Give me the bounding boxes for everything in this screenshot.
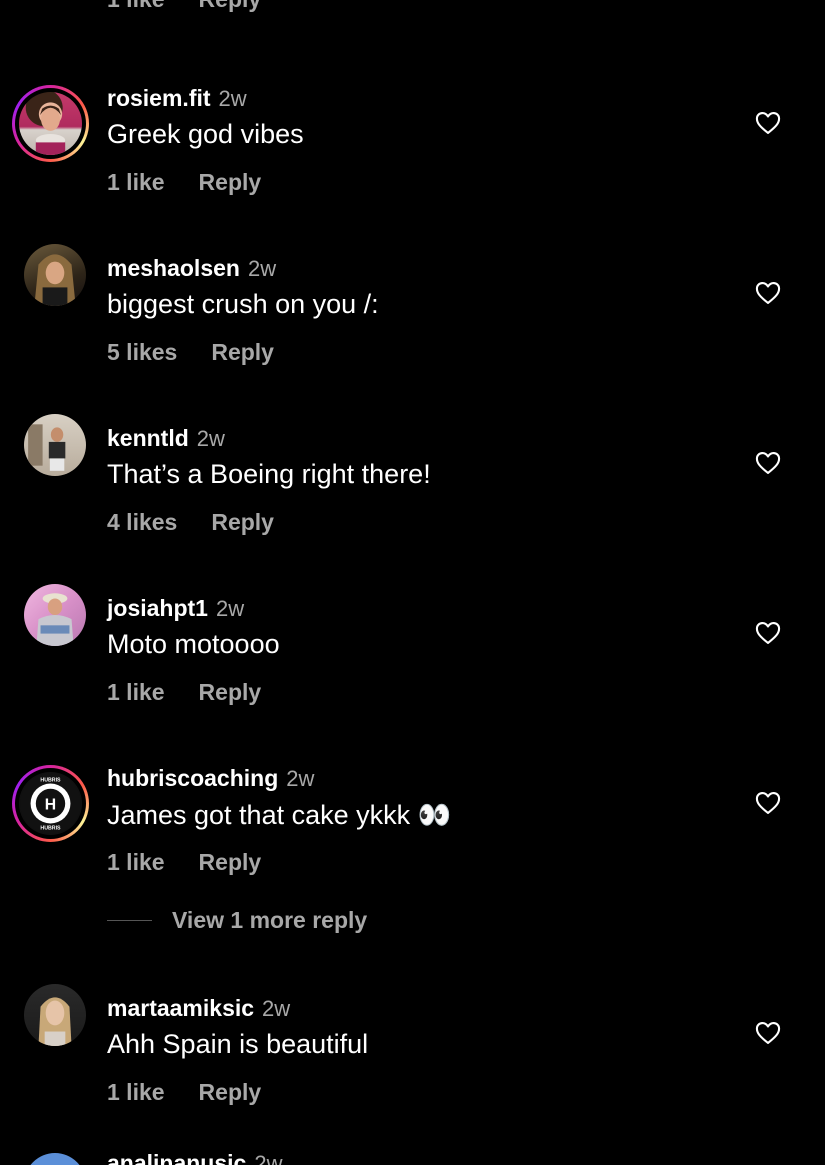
comment-item: rosiem.fit 2w Greek god vibes 1 like Rep… xyxy=(0,85,825,247)
heart-outline-icon[interactable] xyxy=(754,279,782,307)
view-more-replies-button[interactable]: View 1 more reply xyxy=(107,907,367,934)
divider xyxy=(107,919,152,922)
reply-button[interactable]: Reply xyxy=(211,509,274,536)
story-ring[interactable] xyxy=(12,85,89,162)
comment-time: 2w xyxy=(262,996,291,1021)
reply-button[interactable]: Reply xyxy=(199,169,262,196)
avatar[interactable] xyxy=(24,584,86,646)
comment-time: 2w xyxy=(254,1151,283,1165)
heart-outline-icon[interactable] xyxy=(754,109,782,137)
like-count[interactable]: 1 like xyxy=(107,0,165,14)
comment-text: Greek god vibes xyxy=(107,119,304,149)
avatar[interactable] xyxy=(24,984,86,1046)
comments-screen: 1 like Reply rosiem.fit 2w Greek god vib… xyxy=(0,0,825,1165)
comment-username[interactable]: kenntld xyxy=(107,425,189,452)
comment-time: 2w xyxy=(215,596,245,621)
avatar: H HUBRIS HUBRIS xyxy=(19,772,82,835)
comment-time: 2w xyxy=(286,766,315,791)
heart-outline-icon[interactable] xyxy=(754,1019,782,1047)
comment-username[interactable]: josiahpt1 xyxy=(107,595,208,622)
comment-item: martaamiksic 2w Ahh Spain is beautiful 1… xyxy=(0,984,825,1157)
reply-button[interactable]: Reply xyxy=(211,339,274,366)
avatar[interactable] xyxy=(24,1153,86,1165)
comment-username[interactable]: meshaolsen xyxy=(107,255,240,282)
comment-text: Moto motoooo xyxy=(107,629,280,659)
heart-outline-icon[interactable] xyxy=(754,449,782,477)
comment-username[interactable]: analinanusic xyxy=(107,1150,246,1165)
hubris-logo-icon: H HUBRIS HUBRIS xyxy=(20,773,81,834)
reply-button[interactable]: Reply xyxy=(199,1079,262,1106)
comment-item: kenntld 2w That’s a Boeing right there! … xyxy=(0,414,825,587)
reply-button[interactable]: Reply xyxy=(199,679,262,706)
avatar-photo xyxy=(38,997,72,1046)
reply-button[interactable]: Reply xyxy=(199,0,262,14)
comment-item: H HUBRIS HUBRIS hubriscoaching 2w James … xyxy=(0,765,825,927)
heart-outline-icon[interactable] xyxy=(754,619,782,647)
logo-ring-text: HUBRIS xyxy=(40,826,61,832)
like-count[interactable]: 1 like xyxy=(107,679,165,706)
avatar-photo xyxy=(28,424,66,471)
comment-text: Ahh Spain is beautiful xyxy=(107,1029,369,1059)
comment-text: James got that cake ykkk 👀 xyxy=(107,800,452,830)
story-ring[interactable]: H HUBRIS HUBRIS xyxy=(12,765,89,842)
next-comment-partial: analinanusic 2w xyxy=(0,1140,825,1165)
logo-ring-text: HUBRIS xyxy=(40,777,61,783)
avatar-photo xyxy=(34,254,76,306)
comment-item: meshaolsen 2w biggest crush on you /: 5 … xyxy=(0,244,825,417)
previous-comment-actions: 1 like Reply xyxy=(107,0,261,14)
comment-username[interactable]: martaamiksic xyxy=(107,995,254,1022)
avatar-photo xyxy=(35,105,66,155)
heart-outline-icon[interactable] xyxy=(754,789,782,817)
avatar xyxy=(19,92,82,155)
like-count[interactable]: 1 like xyxy=(107,169,165,196)
comment-username[interactable]: hubriscoaching xyxy=(107,765,278,792)
avatar-photo xyxy=(36,593,74,646)
reply-button[interactable]: Reply xyxy=(199,849,262,876)
avatar[interactable] xyxy=(24,244,86,306)
like-count[interactable]: 1 like xyxy=(107,1079,165,1106)
comment-text: biggest crush on you /: xyxy=(107,289,379,319)
comment-item: josiahpt1 2w Moto motoooo 1 like Reply xyxy=(0,584,825,757)
like-count[interactable]: 1 like xyxy=(107,849,165,876)
comment-time: 2w xyxy=(196,426,225,451)
view-more-replies-label: View 1 more reply xyxy=(172,907,368,933)
comment-time: 2w xyxy=(218,86,247,111)
like-count[interactable]: 5 likes xyxy=(107,339,177,366)
comment-time: 2w xyxy=(247,256,277,281)
like-count[interactable]: 4 likes xyxy=(107,509,177,536)
avatar[interactable] xyxy=(24,414,86,476)
logo-letter: H xyxy=(45,796,56,813)
comment-text: That’s a Boeing right there! xyxy=(107,459,431,489)
comment-username[interactable]: rosiem.fit xyxy=(107,85,211,112)
